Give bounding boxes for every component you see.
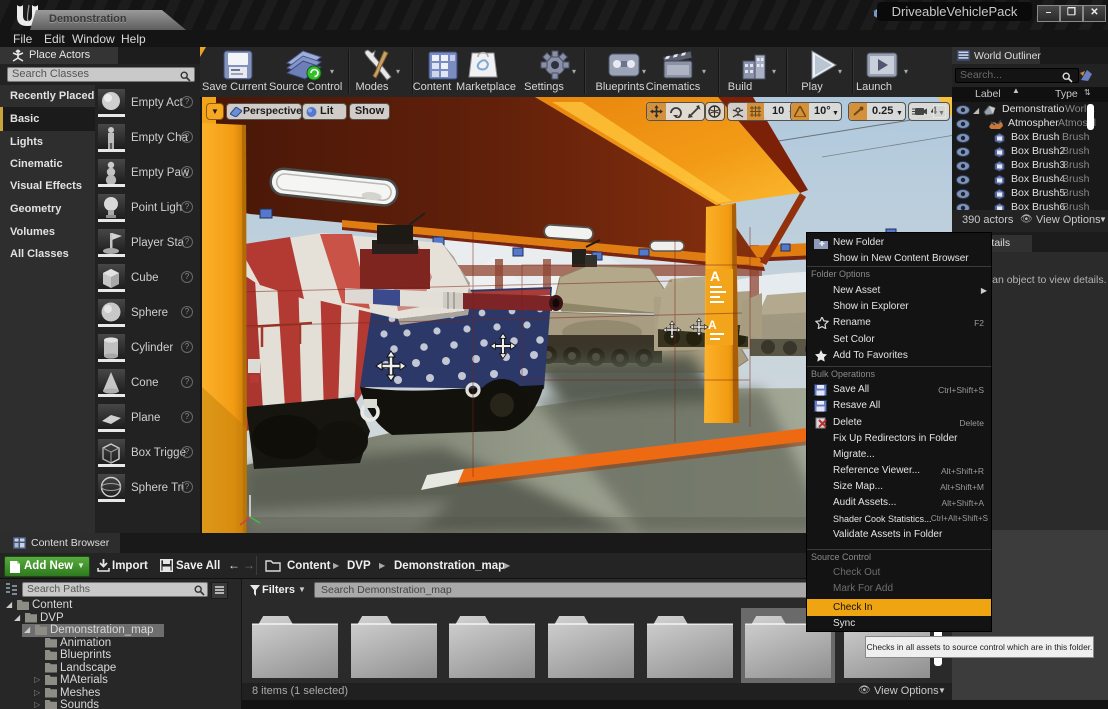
svg-text:A: A <box>710 268 720 284</box>
svg-text:A: A <box>708 318 717 332</box>
